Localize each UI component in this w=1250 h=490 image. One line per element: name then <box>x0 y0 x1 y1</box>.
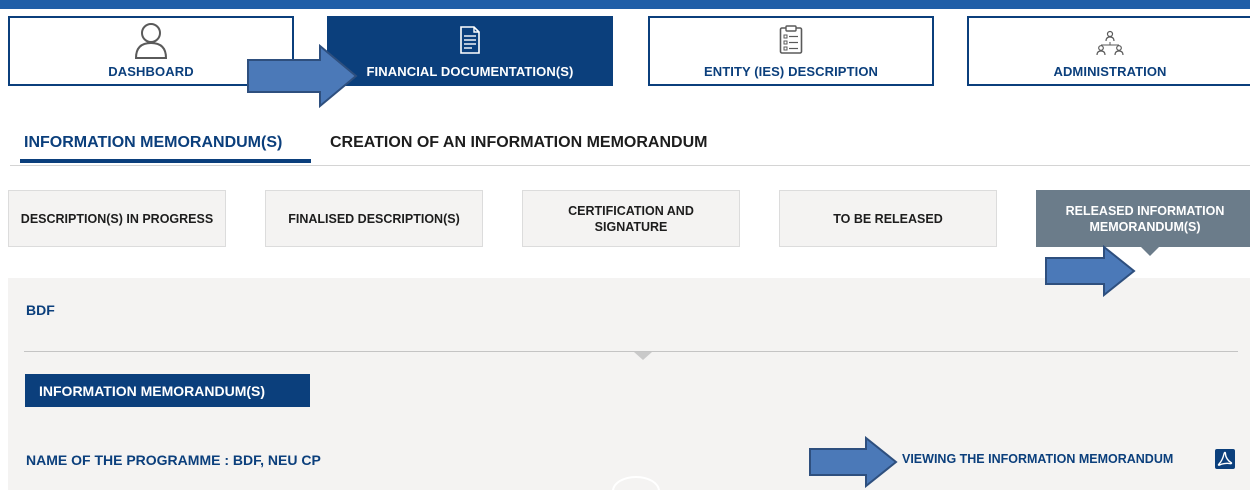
clipboard-icon <box>779 22 803 60</box>
status-tab-to-be-released[interactable]: TO BE RELEASED <box>779 190 997 247</box>
user-icon <box>134 22 168 65</box>
entity-name: BDF <box>26 302 55 318</box>
nav-tile-entity-description[interactable]: ENTITY (IES) DESCRIPTION <box>648 16 934 86</box>
status-tab-certification[interactable]: CERTIFICATION AND SIGNATURE <box>522 190 740 247</box>
pdf-icon[interactable] <box>1215 449 1235 469</box>
top-accent-bar <box>0 0 1250 9</box>
loading-indicator-fragment <box>612 476 660 490</box>
annotation-arrow-icon <box>247 44 358 108</box>
tab-creation-information-memorandum[interactable]: CREATION OF AN INFORMATION MEMORANDUM <box>330 134 707 152</box>
nav-tile-financial-documentation[interactable]: FINANCIAL DOCUMENTATION(S) <box>327 16 613 86</box>
section-title-badge: INFORMATION MEMORANDUM(S) <box>25 374 310 407</box>
view-memorandum-link[interactable]: VIEWING THE INFORMATION MEMORANDUM <box>902 452 1173 466</box>
tab-information-memorandums[interactable]: INFORMATION MEMORANDUM(S) <box>24 134 282 152</box>
programme-name: NAME OF THE PROGRAMME : BDF, NEU CP <box>26 452 321 468</box>
nav-tile-label: FINANCIAL DOCUMENTATION(S) <box>366 64 574 79</box>
content-panel: BDF INFORMATION MEMORANDUM(S) NAME OF TH… <box>8 278 1250 490</box>
nav-tile-administration[interactable]: ADMINISTRATION <box>967 16 1250 86</box>
active-status-pointer <box>1140 246 1160 256</box>
subtab-bar: INFORMATION MEMORANDUM(S) CREATION OF AN… <box>10 120 1250 166</box>
annotation-arrow-icon <box>809 436 898 488</box>
divider-notch <box>634 352 652 360</box>
org-chart-icon <box>1095 22 1125 61</box>
status-tab-in-progress[interactable]: DESCRIPTION(S) IN PROGRESS <box>8 190 226 247</box>
active-tab-underline <box>20 159 311 163</box>
status-tab-released[interactable]: RELEASED INFORMATION MEMORANDUM(S) <box>1036 190 1250 247</box>
nav-tile-label: ENTITY (IES) DESCRIPTION <box>703 64 879 79</box>
document-icon <box>459 22 481 59</box>
status-tab-finalised[interactable]: FINALISED DESCRIPTION(S) <box>265 190 483 247</box>
divider <box>24 351 1238 352</box>
annotation-arrow-icon <box>1045 245 1136 297</box>
nav-tile-label: ADMINISTRATION <box>1053 64 1167 79</box>
